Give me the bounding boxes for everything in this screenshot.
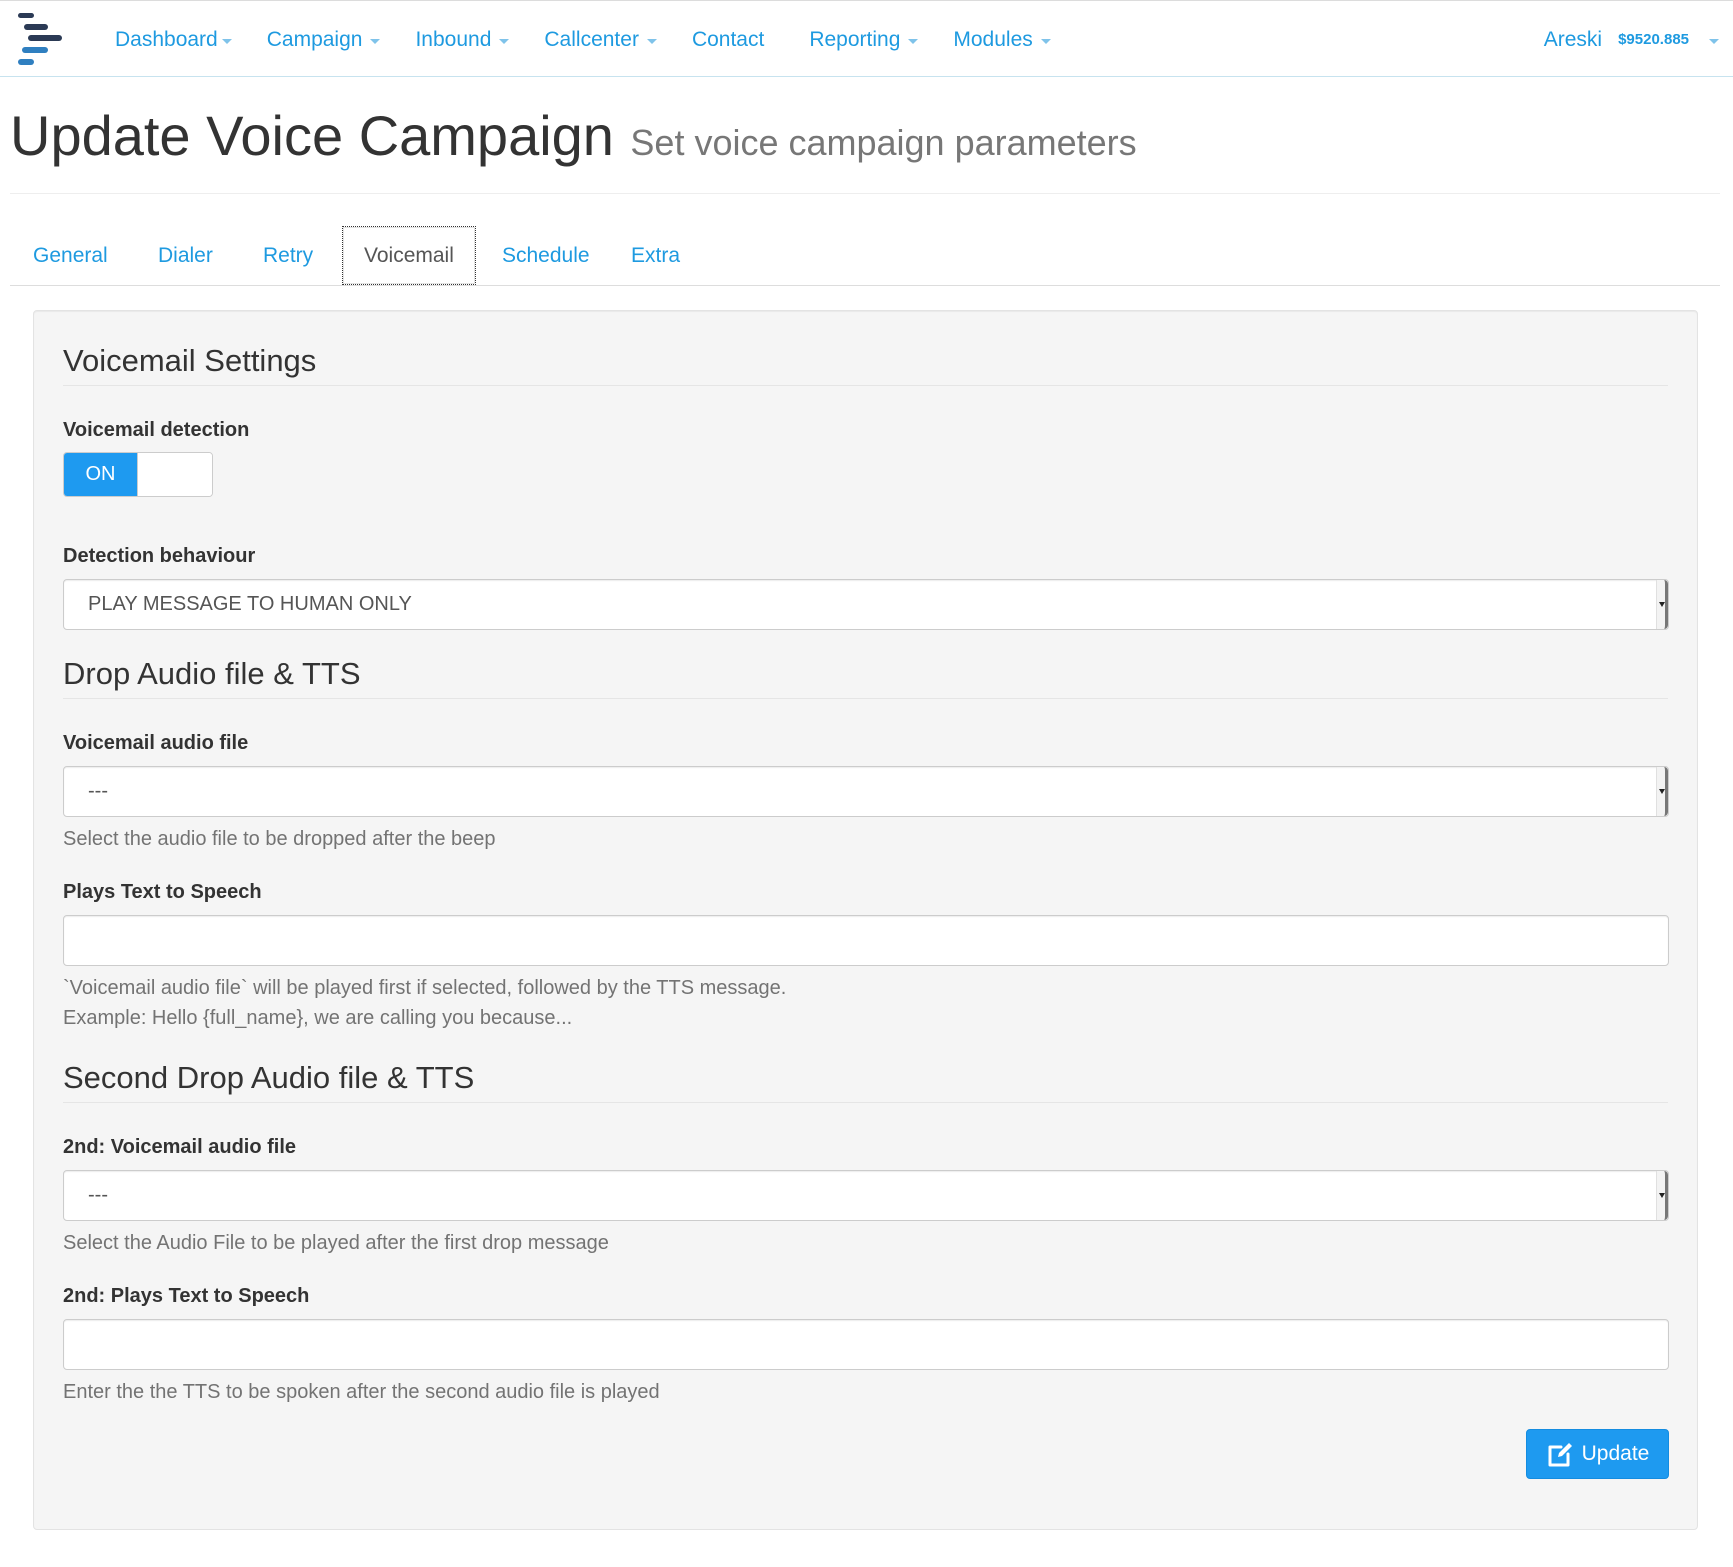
second-tts-label: 2nd: Plays Text to Speech [63,1285,310,1307]
user-menu[interactable]: Areski $9520.885 [1544,1,1719,78]
detection-behaviour-value: PLAY MESSAGE TO HUMAN ONLY [88,593,412,615]
edit-icon [1548,1443,1572,1467]
tts-input[interactable] [63,915,1669,966]
nav-callcenter-label: Callcenter [544,27,639,51]
chevron-down-icon [1656,1171,1668,1220]
nav-inbound-label: Inbound [415,27,492,51]
toggle-on-label: ON [64,453,137,496]
nav-callcenter[interactable]: Callcenter [544,28,657,52]
chevron-down-icon [1040,38,1051,44]
brand-logo-icon[interactable] [16,11,66,69]
tts-label: Plays Text to Speech [63,881,262,903]
nav-dashboard[interactable]: Dashboard [115,28,232,52]
user-name: Areski [1543,27,1603,51]
campaign-tabs: General Dialer Retry Voicemail Schedule … [10,226,1720,286]
voicemail-form-panel: Voicemail Settings Voicemail detection O… [33,310,1698,1530]
detection-behaviour-label: Detection behaviour [63,545,256,567]
tab-label: Schedule [502,243,590,267]
tts-help-line-1: `Voicemail audio file` will be played fi… [63,977,787,999]
chevron-down-icon [1709,38,1719,44]
chevron-down-icon [646,38,657,44]
tab-label: Extra [631,243,681,267]
section-title-drop-audio: Drop Audio file & TTS [63,656,1668,699]
main-menu: Dashboard Campaign Inbound Callcenter Co… [115,1,1051,78]
section-title-second-drop: Second Drop Audio file & TTS [63,1060,1668,1103]
update-button-label: Update [1581,1442,1650,1465]
second-tts-help: Enter the the TTS to be spoken after the… [63,1381,660,1403]
tts-help-line-2: Example: Hello {full_name}, we are calli… [63,1007,573,1029]
nav-campaign[interactable]: Campaign [267,28,381,52]
chevron-down-icon [221,38,232,44]
chevron-down-icon [1656,767,1668,816]
second-voicemail-audio-file-value: --- [88,1184,108,1206]
voicemail-audio-file-label: Voicemail audio file [63,732,249,754]
nav-modules[interactable]: Modules [953,27,1051,52]
tab-label: General [33,243,108,267]
toggle-handle[interactable] [137,453,212,496]
voicemail-detection-label: Voicemail detection [63,419,250,441]
chevron-down-icon [1656,580,1668,629]
voicemail-audio-file-select[interactable]: --- [63,766,1669,817]
second-voicemail-audio-file-select[interactable]: --- [63,1170,1669,1221]
voicemail-detection-toggle[interactable]: ON [63,452,213,497]
tab-label: Voicemail [364,243,454,267]
second-voicemail-audio-file-help: Select the Audio File to be played after… [63,1232,609,1254]
tab-schedule[interactable]: Schedule [481,226,611,285]
tab-dialer[interactable]: Dialer [137,226,234,285]
tts-help: `Voicemail audio file` will be played fi… [63,973,786,1033]
chevron-down-icon [908,38,919,44]
nav-modules-label: Modules [953,27,1033,51]
nav-reporting-label: Reporting [809,27,901,51]
tab-voicemail[interactable]: Voicemail [342,226,476,285]
tab-extra[interactable]: Extra [610,226,701,285]
tab-label: Dialer [158,243,213,267]
chevron-down-icon [499,38,510,44]
section-title-voicemail-settings: Voicemail Settings [63,343,1668,386]
voicemail-audio-file-value: --- [88,780,108,802]
nav-reporting[interactable]: Reporting [809,27,919,52]
nav-campaign-label: Campaign [266,27,363,51]
nav-inbound[interactable]: Inbound [415,27,510,52]
nav-contact-label: Contact [691,27,765,51]
update-button[interactable]: Update [1526,1429,1669,1479]
page-title: Update Voice Campaign [10,104,614,167]
second-voicemail-audio-file-label: 2nd: Voicemail audio file [63,1136,297,1158]
nav-contact[interactable]: Contact [692,28,764,52]
tab-general[interactable]: General [12,226,129,285]
voicemail-audio-file-help: Select the audio file to be dropped afte… [63,828,496,850]
detection-behaviour-select[interactable]: PLAY MESSAGE TO HUMAN ONLY [63,579,1669,630]
nav-dashboard-label: Dashboard [115,27,218,51]
tab-label: Retry [263,243,314,267]
account-balance: $9520.885 [1618,31,1689,48]
chevron-down-icon [370,38,381,44]
top-navbar: Dashboard Campaign Inbound Callcenter Co… [0,0,1733,77]
tab-retry[interactable]: Retry [242,226,334,285]
page-subtitle: Set voice campaign parameters [630,122,1137,163]
second-tts-input[interactable] [63,1319,1669,1370]
page-header: Update Voice Campaign Set voice campaign… [10,104,1720,194]
